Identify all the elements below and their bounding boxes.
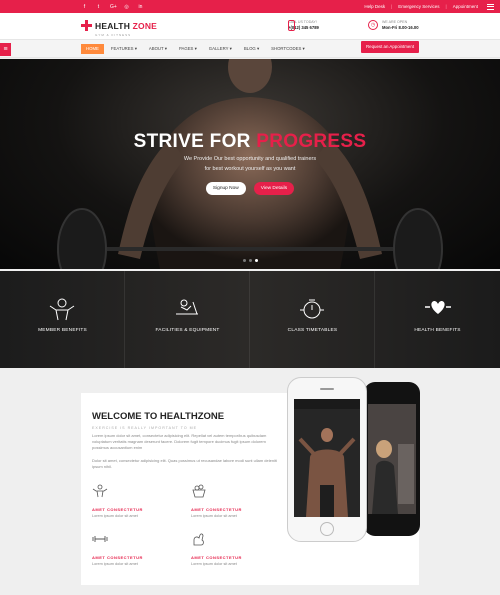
- hero-line-1: We Provide Our best opportunity and qual…: [183, 156, 317, 162]
- nav-features[interactable]: FEATURES ▾: [106, 44, 142, 54]
- slider-dot-active[interactable]: [255, 259, 258, 262]
- feature-facilities[interactable]: FACILITIES & EQUIPMENT: [125, 271, 250, 368]
- service-item: AMET CONSECTETUR Lorem ipsum dolor sit a…: [92, 483, 192, 518]
- bodybuilder-icon: [92, 484, 108, 498]
- slider-dots: [243, 259, 258, 262]
- phone-icon: [288, 19, 295, 31]
- phone-screen-image: [294, 399, 360, 517]
- menu-icon[interactable]: [487, 3, 494, 10]
- main-nav: ≡ HOME FEATURES ▾ ABOUT ▾ PAGES ▾ GALLER…: [0, 39, 500, 58]
- slider-dot[interactable]: [249, 259, 252, 262]
- nav-home[interactable]: HOME: [81, 44, 104, 54]
- clock-icon: ◷: [368, 20, 378, 30]
- welcome-paragraph-2: Dolor sit amet, consectetur adipisicing …: [92, 458, 277, 469]
- hero-title: STRIVE FOR PROGRESS: [133, 131, 367, 152]
- logo-text: HEALTH ZONE: [95, 20, 158, 31]
- service-item: AMET CONSECTETUR Lorem ipsum dolor sit a…: [92, 531, 192, 566]
- separator: |: [445, 4, 447, 9]
- facebook-icon[interactable]: f: [82, 4, 87, 10]
- linkedin-icon[interactable]: in: [138, 4, 143, 10]
- instagram-icon[interactable]: ◎: [124, 4, 129, 10]
- athlete-image: [57, 59, 443, 269]
- feature-timetables[interactable]: CLASS TIMETABLES: [250, 271, 375, 368]
- service-item: AMET CONSECTETUR Lorem ipsum dolor sit a…: [191, 531, 291, 566]
- phone-screen-image: [368, 404, 416, 514]
- feature-health-benefits[interactable]: HEALTH BENEFITS: [375, 271, 500, 368]
- heart-dumbbell-icon: [424, 301, 451, 314]
- slider-dot[interactable]: [243, 259, 246, 262]
- nav-gallery[interactable]: GALLERY ▾: [204, 44, 237, 54]
- treadmill-icon: [176, 299, 198, 315]
- request-appointment-button[interactable]: Request an Appointment: [361, 41, 419, 53]
- separator: |: [391, 4, 393, 9]
- feature-member-benefits[interactable]: MEMBER BENEFITS: [0, 271, 125, 368]
- welcome-subtitle: EXERCISE IS REALLY IMPORTANT TO ME: [92, 426, 198, 430]
- service-item: AMET CONSECTETUR Lorem ipsum dolor sit a…: [191, 483, 291, 518]
- settings-icon[interactable]: ≡: [0, 43, 11, 56]
- features-strip: MEMBER BENEFITS FACILITIES & EQUIPMENT C…: [0, 271, 500, 368]
- nav-shortcodes[interactable]: SHORTCODES ▾: [266, 44, 310, 54]
- hours-value: Mon-Fri 8.00-16.00: [382, 25, 419, 30]
- medical-cross-icon: [81, 20, 92, 31]
- nav-about[interactable]: ABOUT ▾: [144, 44, 172, 54]
- top-links: Help Desk | Emergency Services | Appoint…: [364, 0, 494, 13]
- logo-tagline: GYM & FITNESS: [95, 33, 132, 37]
- flexed-arm-icon: [193, 533, 204, 546]
- phone-home-button: [320, 522, 334, 536]
- welcome-paragraph-1: Lorem ipsum dolor sit amet, consectetur …: [92, 433, 267, 450]
- emergency-services-link[interactable]: Emergency Services: [398, 4, 439, 9]
- hours-info: ◷ WE ARE OPEN Mon-Fri 8.00-16.00: [368, 20, 419, 30]
- dumbbell-icon: [92, 536, 108, 542]
- phone-mockup-back: [364, 382, 420, 536]
- top-bar: f t G+ ◎ in Help Desk | Emergency Servic…: [0, 0, 500, 13]
- nav-menu: HOME FEATURES ▾ ABOUT ▾ PAGES ▾ GALLERY …: [81, 44, 310, 54]
- stopwatch-icon: [300, 299, 324, 319]
- food-basket-icon: [192, 484, 206, 498]
- twitter-icon[interactable]: t: [96, 4, 101, 10]
- bodybuilder-icon: [49, 298, 75, 321]
- view-details-button[interactable]: View Details: [253, 182, 295, 195]
- welcome-title: WELCOME TO HEALTHZONE: [92, 411, 225, 422]
- google-plus-icon[interactable]: G+: [110, 4, 117, 10]
- nav-pages[interactable]: PAGES ▾: [174, 44, 202, 54]
- call-info: CALL US TODAY! +(012) 345 6789: [288, 19, 319, 31]
- phone-mockup-front: [287, 377, 367, 542]
- hero-line-2: for best workout yourself as you want: [204, 166, 296, 172]
- hero-slider: STRIVE FOR PROGRESS We Provide Our best …: [0, 59, 500, 269]
- site-header: HEALTH ZONE GYM & FITNESS CALL US TODAY!…: [0, 13, 500, 39]
- nav-blog[interactable]: BLOG ▾: [239, 44, 264, 54]
- appointment-link[interactable]: Appointment: [453, 4, 478, 9]
- social-links: f t G+ ◎ in: [82, 0, 143, 13]
- help-desk-link[interactable]: Help Desk: [364, 4, 385, 9]
- logo[interactable]: HEALTH ZONE: [81, 20, 157, 31]
- signup-button[interactable]: Signup Now: [205, 182, 246, 195]
- hero-buttons: Signup Now View Details: [0, 182, 500, 195]
